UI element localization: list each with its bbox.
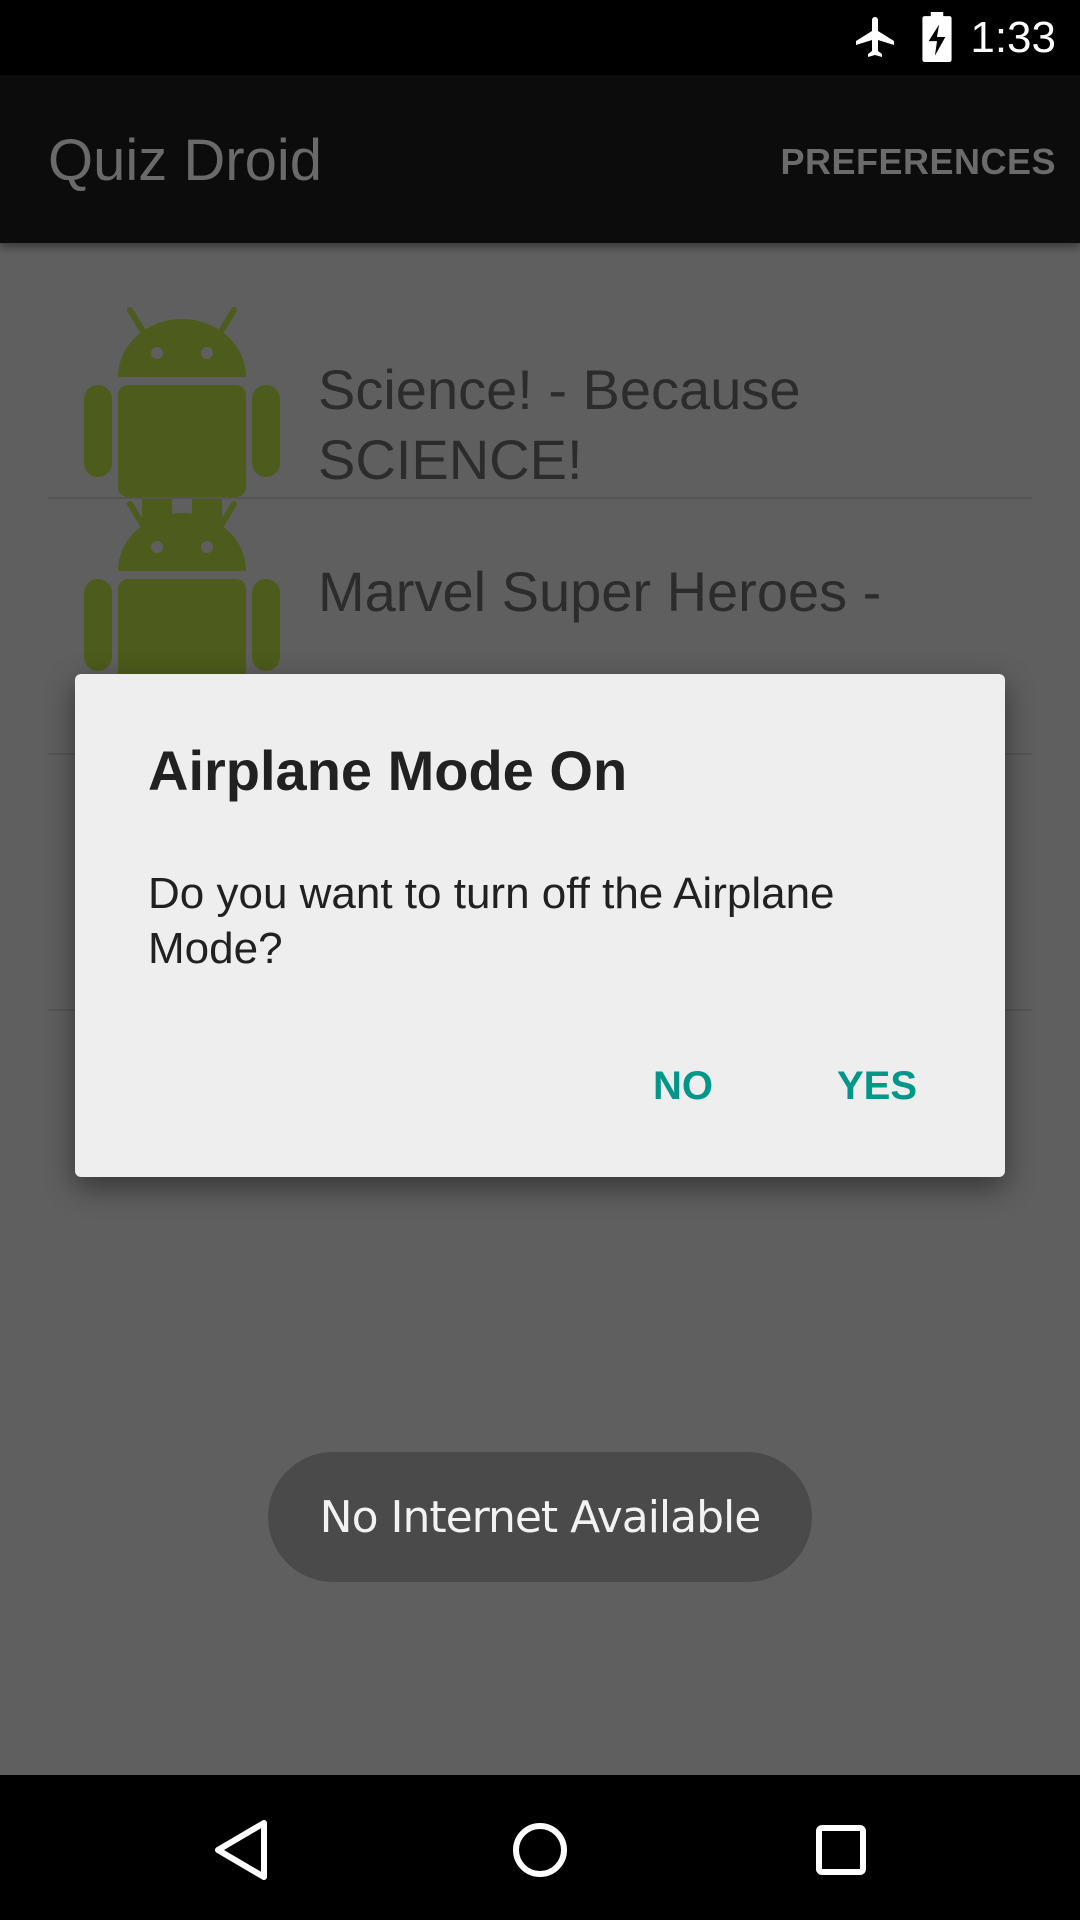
toast-text: No Internet Available xyxy=(319,1491,762,1543)
airplane-icon xyxy=(856,17,894,57)
battery-charging-icon xyxy=(922,12,952,62)
yes-button[interactable]: YES xyxy=(817,1054,937,1119)
navigation-bar xyxy=(0,1775,1080,1920)
home-icon[interactable] xyxy=(495,1805,585,1895)
app-bar: Quiz Droid PREFERENCES xyxy=(0,75,1080,243)
list-item-label: Marvel Super Heroes - xyxy=(318,560,882,623)
app-title: Quiz Droid xyxy=(48,128,322,193)
back-icon[interactable] xyxy=(196,1805,286,1895)
dialog-message: Do you want to turn off the Airplane Mod… xyxy=(148,869,835,973)
status-bar: 1:33 xyxy=(0,0,1080,75)
list-item[interactable]: Science! - Because SCIENCE! xyxy=(48,243,1032,540)
no-button[interactable]: NO xyxy=(633,1054,733,1119)
list-item-label: Science! - Because SCIENCE! xyxy=(318,358,801,491)
dialog-title: Airplane Mode On xyxy=(148,739,628,802)
airplane-mode-dialog: Airplane Mode On Do you want to turn off… xyxy=(75,674,1005,1177)
preferences-button[interactable]: PREFERENCES xyxy=(780,141,1056,183)
status-time: 1:33 xyxy=(970,13,1056,62)
toast: No Internet Available xyxy=(268,1452,812,1582)
recents-icon[interactable] xyxy=(796,1805,886,1895)
